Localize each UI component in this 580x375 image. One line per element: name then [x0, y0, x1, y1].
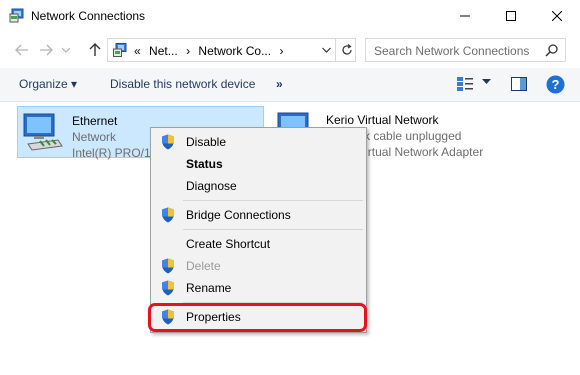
menu-separator [183, 200, 363, 201]
chevron-down-icon [62, 47, 70, 53]
back-button[interactable] [11, 39, 33, 61]
menu-item-disable[interactable]: Disable [154, 131, 363, 153]
maximize-button[interactable] [488, 0, 534, 32]
preview-pane-icon[interactable] [511, 77, 527, 91]
breadcrumb-separator[interactable]: › [186, 44, 190, 58]
menu-item-delete[interactable]: Delete [154, 255, 363, 277]
address-bar[interactable]: « Net... › Network Co... › [107, 38, 356, 62]
breadcrumb-network-connections[interactable]: Network Co... [198, 44, 271, 58]
minimize-button[interactable] [442, 0, 488, 32]
network-connections-icon [9, 8, 24, 23]
menu-item-label: Disable [186, 135, 227, 149]
menu-item-label: Rename [186, 281, 232, 295]
breadcrumb-overflow[interactable]: « [134, 44, 141, 58]
forward-button[interactable] [35, 39, 57, 61]
refresh-button[interactable] [335, 39, 357, 61]
more-commands-button[interactable]: » [276, 77, 283, 91]
command-bar: Organize ▾ Disable this network device »… [0, 68, 580, 102]
menu-item-label: Status [186, 157, 223, 171]
organize-menu[interactable]: Organize ▾ [19, 77, 77, 91]
menu-item-status[interactable]: Status [154, 153, 363, 175]
uac-shield-icon [162, 258, 174, 274]
view-options-dropdown-icon[interactable] [482, 79, 491, 85]
address-history-button[interactable] [317, 39, 335, 61]
minimize-icon [460, 15, 470, 17]
properties-highlight-annotation [148, 303, 367, 332]
menu-item-label: Delete [186, 259, 221, 273]
address-row: « Net... › Network Co... › Search Networ… [0, 33, 580, 67]
back-arrow-icon [15, 44, 28, 56]
search-icon [545, 44, 558, 57]
up-button[interactable] [84, 39, 106, 61]
disable-device-button[interactable]: Disable this network device [110, 77, 255, 91]
forward-arrow-icon [40, 44, 53, 56]
menu-item-diagnose[interactable]: Diagnose [154, 175, 363, 197]
change-view-icon[interactable] [456, 76, 474, 92]
menu-item-bridge-connections[interactable]: Bridge Connections [154, 204, 363, 226]
uac-shield-icon [162, 134, 174, 150]
adapter-name: Kerio Virtual Network [326, 113, 439, 127]
window-title: Network Connections [31, 9, 146, 23]
svg-text:?: ? [552, 77, 560, 92]
breadcrumb-separator-end[interactable]: › [279, 44, 283, 58]
maximize-icon [506, 11, 516, 21]
close-button[interactable] [534, 0, 580, 32]
uac-shield-icon [162, 207, 174, 223]
title-bar: Network Connections [0, 0, 580, 32]
search-placeholder: Search Network Connections [374, 44, 530, 58]
network-adapter-icon [23, 113, 63, 151]
network-folder-icon [113, 43, 127, 57]
help-icon[interactable]: ? [546, 75, 565, 94]
menu-item-rename[interactable]: Rename [154, 277, 363, 299]
recent-locations-button[interactable] [59, 39, 73, 61]
up-arrow-icon [89, 43, 101, 56]
menu-item-label: Bridge Connections [186, 208, 291, 222]
menu-item-create-shortcut[interactable]: Create Shortcut [154, 233, 363, 255]
menu-separator [183, 229, 363, 230]
chevron-down-icon [321, 47, 331, 53]
refresh-icon [341, 44, 352, 55]
uac-shield-icon [162, 280, 174, 296]
close-icon [552, 11, 562, 21]
menu-item-label: Create Shortcut [186, 237, 271, 251]
breadcrumb: « Net... › Network Co... › [134, 44, 288, 58]
menu-item-label: Diagnose [186, 179, 237, 193]
search-input[interactable]: Search Network Connections [365, 38, 566, 62]
breadcrumb-network[interactable]: Net... [149, 44, 178, 58]
